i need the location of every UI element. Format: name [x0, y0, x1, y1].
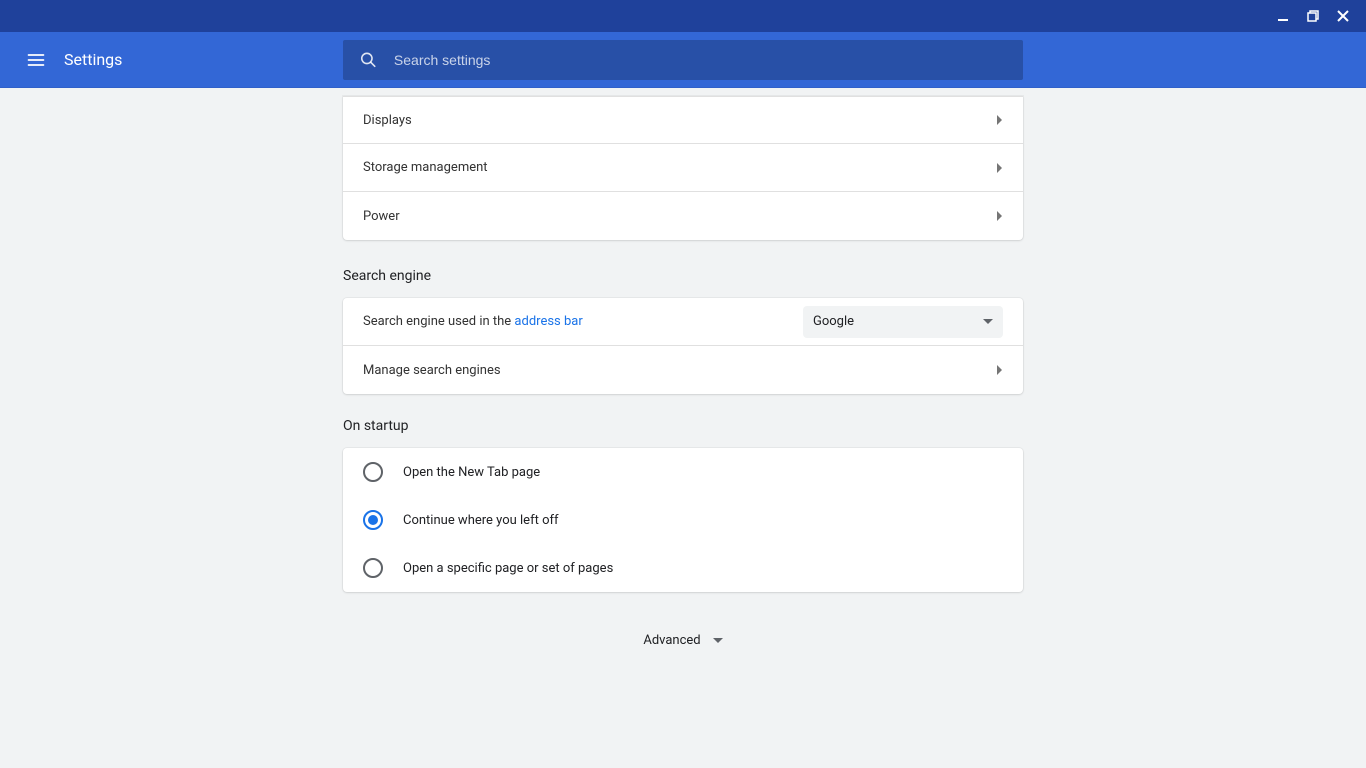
window-close-button[interactable]: [1328, 1, 1358, 31]
row-label: Displays: [363, 113, 997, 128]
content-area: Displays Storage management Power Search…: [0, 88, 1366, 768]
row-default-search-engine: Search engine used in the address bar Go…: [343, 298, 1023, 346]
section-title-on-startup: On startup: [343, 418, 1023, 434]
search-engine-dropdown[interactable]: Google: [803, 306, 1003, 338]
row-power[interactable]: Power: [343, 192, 1023, 240]
app-bar: Settings: [0, 32, 1366, 88]
radio-icon: [363, 462, 383, 482]
chevron-right-icon: [997, 365, 1003, 375]
window-minimize-button[interactable]: [1268, 1, 1298, 31]
chevron-right-icon: [997, 163, 1003, 173]
device-card: Displays Storage management Power: [343, 96, 1023, 240]
row-label: Manage search engines: [363, 363, 997, 378]
hamburger-icon: [26, 50, 46, 70]
minimize-icon: [1277, 10, 1289, 22]
dropdown-selected: Google: [813, 314, 854, 329]
chevron-down-icon: [713, 638, 723, 643]
search-icon: [359, 50, 378, 70]
search-engine-card: Search engine used in the address bar Go…: [343, 298, 1023, 394]
row-storage-management[interactable]: Storage management: [343, 144, 1023, 192]
advanced-toggle[interactable]: Advanced: [343, 616, 1023, 664]
address-bar-link[interactable]: address bar: [514, 314, 582, 329]
window-titlebar: [0, 0, 1366, 32]
close-icon: [1337, 10, 1349, 22]
radio-icon: [363, 558, 383, 578]
row-label: Search engine used in the address bar: [363, 314, 803, 329]
radio-label: Open the New Tab page: [403, 465, 540, 480]
radio-label: Open a specific page or set of pages: [403, 561, 613, 576]
section-title-search-engine: Search engine: [343, 268, 1023, 284]
search-input[interactable]: [394, 52, 1007, 68]
restore-icon: [1307, 10, 1319, 22]
on-startup-card: Open the New Tab page Continue where you…: [343, 448, 1023, 592]
app-title: Settings: [64, 50, 122, 69]
radio-option-specific-page[interactable]: Open a specific page or set of pages: [343, 544, 1023, 592]
radio-option-new-tab[interactable]: Open the New Tab page: [343, 448, 1023, 496]
radio-option-continue[interactable]: Continue where you left off: [343, 496, 1023, 544]
row-manage-search-engines[interactable]: Manage search engines: [343, 346, 1023, 394]
dropdown-arrow-icon: [983, 319, 993, 324]
radio-label: Continue where you left off: [403, 513, 559, 528]
row-displays[interactable]: Displays: [343, 96, 1023, 144]
row-label: Power: [363, 209, 997, 224]
menu-button[interactable]: [16, 40, 56, 80]
search-box[interactable]: [343, 40, 1023, 80]
chevron-right-icon: [997, 211, 1003, 221]
radio-icon: [363, 510, 383, 530]
label-prefix: Search engine used in the: [363, 314, 514, 329]
row-label: Storage management: [363, 160, 997, 175]
window-restore-button[interactable]: [1298, 1, 1328, 31]
advanced-label: Advanced: [643, 633, 700, 648]
chevron-right-icon: [997, 115, 1003, 125]
